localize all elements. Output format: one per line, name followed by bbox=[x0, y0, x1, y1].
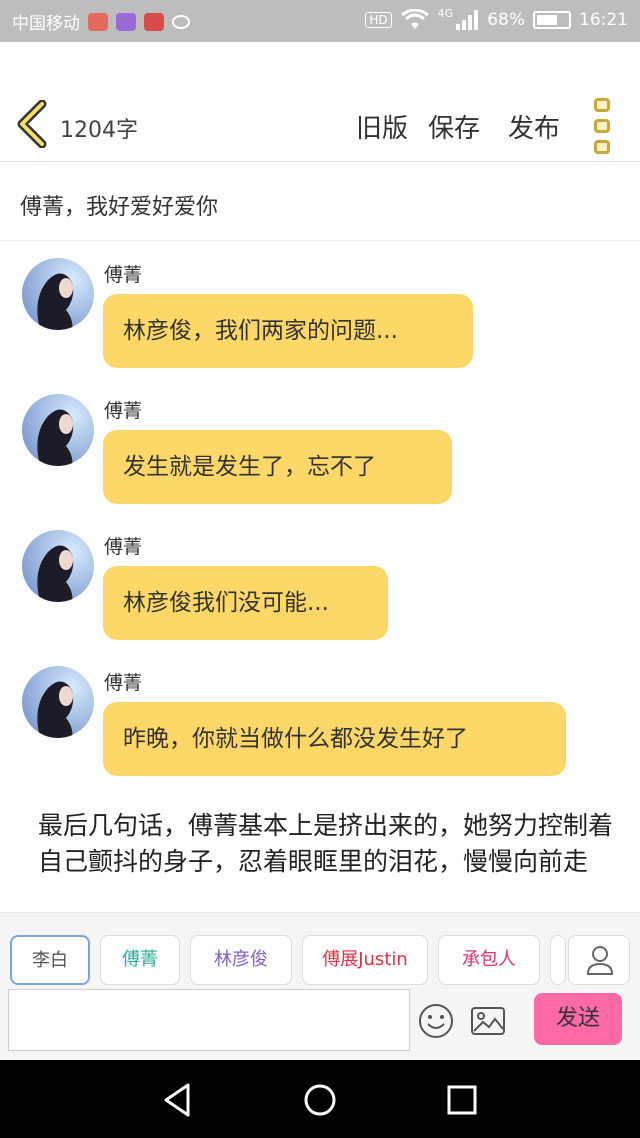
avatar[interactable] bbox=[22, 530, 94, 602]
compose-panel: 李白 傅菁 林彦俊 傅展Justin 承包人 发送 bbox=[0, 912, 640, 1060]
notification-app-icon-1 bbox=[88, 12, 108, 31]
avatar-image bbox=[22, 530, 94, 602]
story-title: 傅菁，我好爱好爱你 bbox=[20, 195, 219, 220]
character-chip-fujing[interactable]: 傅菁 bbox=[100, 935, 180, 985]
nav-home-icon[interactable] bbox=[300, 1080, 340, 1120]
character-chip-chengbaoren[interactable]: 承包人 bbox=[438, 935, 540, 985]
notification-app-icon-2 bbox=[116, 12, 136, 31]
status-bar: 中国移动 HD 4G 68% 16:21 bbox=[0, 0, 640, 42]
emoji-icon[interactable] bbox=[416, 1001, 456, 1041]
send-button[interactable]: 发送 bbox=[534, 993, 622, 1045]
system-nav-bar bbox=[0, 1060, 640, 1138]
menu-dot bbox=[594, 119, 610, 133]
character-chip-partial[interactable] bbox=[550, 935, 566, 985]
signal-type: 4G bbox=[437, 6, 454, 20]
chat-message[interactable]: 傅菁 昨晚，你就当做什么都没发生好了 bbox=[0, 666, 640, 786]
nav-recent-icon[interactable] bbox=[442, 1080, 482, 1120]
notification-app-icon-4 bbox=[172, 14, 190, 29]
menu-dot bbox=[594, 140, 610, 154]
status-left: 中国移动 bbox=[12, 9, 190, 34]
hd-badge: HD bbox=[365, 12, 392, 28]
back-chevron-icon[interactable] bbox=[14, 100, 50, 148]
publish-button[interactable]: 发布 bbox=[508, 108, 560, 145]
message-bubble[interactable]: 林彦俊我们没可能... bbox=[103, 566, 388, 640]
avatar-image bbox=[22, 394, 94, 466]
menu-dot bbox=[594, 98, 610, 112]
user-icon[interactable] bbox=[568, 935, 630, 985]
avatar-image bbox=[22, 666, 94, 738]
narration-text[interactable]: 最后几句话，傅菁基本上是挤出来的，她努力控制着自己颤抖的身子，忍着眼眶里的泪花，… bbox=[38, 808, 618, 880]
character-chip-fuzhan-justin[interactable]: 傅展Justin bbox=[302, 935, 428, 985]
story-title-row[interactable]: 傅菁，我好爱好爱你 bbox=[0, 163, 640, 241]
user-glyph bbox=[586, 946, 614, 975]
message-bubble[interactable]: 发生就是发生了，忘不了 bbox=[103, 430, 452, 504]
message-bubble[interactable]: 林彦俊，我们两家的问题... bbox=[103, 294, 473, 368]
signal-icon bbox=[456, 10, 479, 30]
carrier-name: 中国移动 bbox=[12, 14, 80, 34]
sender-name: 傅菁 bbox=[104, 264, 143, 286]
image-icon[interactable] bbox=[468, 1001, 508, 1041]
message-input[interactable] bbox=[8, 989, 410, 1051]
chat-message[interactable]: 傅菁 林彦俊我们没可能... bbox=[0, 530, 640, 650]
nav-back-icon[interactable] bbox=[158, 1080, 198, 1120]
chat-message[interactable]: 傅菁 林彦俊，我们两家的问题... bbox=[0, 258, 640, 378]
more-menu-icon[interactable] bbox=[594, 98, 614, 154]
message-bubble[interactable]: 昨晚，你就当做什么都没发生好了 bbox=[103, 702, 566, 776]
battery-icon bbox=[533, 11, 571, 29]
save-button[interactable]: 保存 bbox=[428, 108, 480, 145]
status-right: HD 4G 68% 16:21 bbox=[365, 6, 628, 31]
sender-name: 傅菁 bbox=[104, 400, 143, 422]
chat-message[interactable]: 傅菁 发生就是发生了，忘不了 bbox=[0, 394, 640, 514]
battery-percent: 68% bbox=[487, 10, 525, 30]
avatar[interactable] bbox=[22, 394, 94, 466]
sender-name: 傅菁 bbox=[104, 672, 143, 694]
editor-toolbar: 1204字 旧版 保存 发布 bbox=[0, 42, 640, 162]
avatar[interactable] bbox=[22, 666, 94, 738]
character-chip-linyanjun[interactable]: 林彦俊 bbox=[190, 935, 292, 985]
character-chip-libai[interactable]: 李白 bbox=[10, 935, 90, 985]
battery-level bbox=[537, 15, 557, 25]
avatar[interactable] bbox=[22, 258, 94, 330]
clock: 16:21 bbox=[579, 10, 628, 30]
word-count: 1204字 bbox=[60, 118, 138, 143]
wifi-icon bbox=[400, 9, 429, 29]
avatar-image bbox=[22, 258, 94, 330]
old-version-button[interactable]: 旧版 bbox=[356, 108, 408, 145]
notification-app-icon-3 bbox=[144, 12, 164, 31]
sender-name: 傅菁 bbox=[104, 536, 143, 558]
